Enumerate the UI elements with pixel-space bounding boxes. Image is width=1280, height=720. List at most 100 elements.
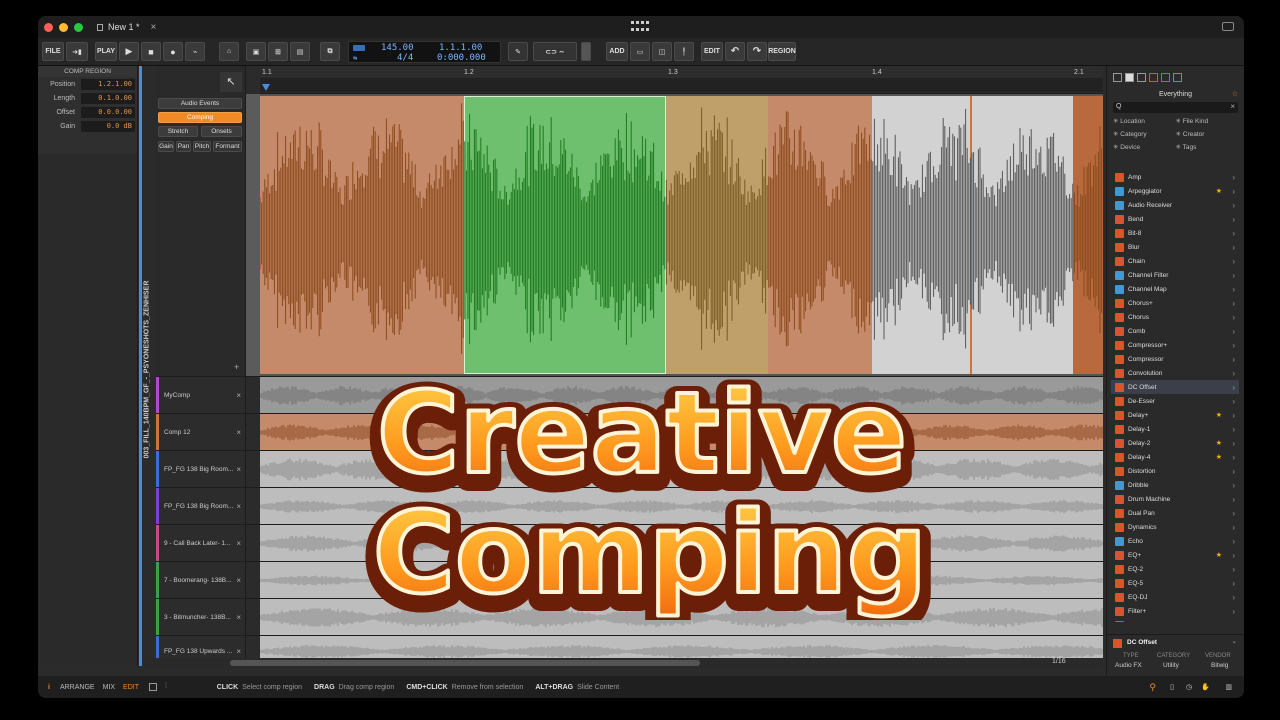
tempo-value[interactable]: 145.00 <box>381 43 414 53</box>
position-field[interactable]: 1.2.1.00 <box>81 78 135 90</box>
lane-header[interactable]: Comp 12 × <box>156 414 246 450</box>
onsets-button[interactable]: Onsets <box>201 126 242 137</box>
offset-field[interactable]: 0.0.0.00 <box>81 106 135 118</box>
filter-file-kind[interactable]: ✳ File Kind <box>1176 117 1239 125</box>
mix-tab[interactable]: MIX <box>103 684 115 691</box>
document-icon[interactable]: ▯ <box>1170 683 1174 691</box>
device-item[interactable]: Dual Pan › <box>1111 506 1239 520</box>
lane-header[interactable]: 9 - Call Back Later- 1... × <box>156 525 246 561</box>
comp-clip[interactable] <box>260 94 1103 376</box>
info-icon[interactable]: i <box>48 684 50 691</box>
add-button[interactable]: ADD <box>606 42 628 61</box>
filter-location[interactable]: ✳ Location <box>1113 117 1176 125</box>
device-item[interactable]: Delay-1 › <box>1111 422 1239 436</box>
chevron-right-icon[interactable]: › <box>1232 579 1235 588</box>
lane-close-icon[interactable]: × <box>236 465 241 474</box>
view-icon-4[interactable]: ⧉ <box>320 42 340 61</box>
chevron-right-icon[interactable]: › <box>1232 509 1235 518</box>
horizontal-scrollbar[interactable] <box>230 660 700 666</box>
browser-search-input[interactable]: Q × <box>1113 102 1238 113</box>
loop-bar[interactable] <box>260 78 1103 92</box>
favorite-star-icon[interactable]: ★ <box>1216 187 1222 195</box>
metronome-icon[interactable]: ⌂ <box>219 42 239 61</box>
favorite-star-icon[interactable]: ☆ <box>1232 88 1238 102</box>
filter-tags[interactable]: ✳ Tags <box>1176 143 1239 151</box>
device-item[interactable]: EQ-2 › <box>1111 562 1239 576</box>
device-item[interactable]: Blur › <box>1111 240 1239 254</box>
device-item[interactable]: Compressor+ › <box>1111 338 1239 352</box>
device-item[interactable]: Delay-4 ★ › <box>1111 450 1239 464</box>
chevron-right-icon[interactable]: › <box>1232 621 1235 623</box>
favorite-star-icon[interactable]: ★ <box>1216 439 1222 447</box>
hand-icon[interactable]: ✋ <box>1201 683 1210 691</box>
timeline-ruler[interactable]: 1.1 1.2 1.3 1.4 2.1 <box>260 66 1103 94</box>
chevron-right-icon[interactable]: › <box>1232 201 1235 210</box>
tab-close-icon[interactable]: × <box>151 22 157 33</box>
redo-icon[interactable]: ↷ <box>747 42 767 61</box>
device-item[interactable]: Filter › <box>1111 618 1239 622</box>
device-item[interactable]: Chain › <box>1111 254 1239 268</box>
marker-icon[interactable]: ╿ <box>674 42 694 61</box>
mixer-icon[interactable]: ⫶ <box>165 683 167 691</box>
device-tab-icon[interactable] <box>1125 72 1134 82</box>
device-item[interactable]: De-Esser › <box>1111 394 1239 408</box>
lane-close-icon[interactable]: × <box>236 391 241 400</box>
project-tab[interactable]: New 1 * × <box>97 22 156 33</box>
device-item[interactable]: Echo › <box>1111 534 1239 548</box>
region-button[interactable]: REGION <box>768 42 796 61</box>
pencil-icon[interactable]: ✎ <box>508 42 528 61</box>
device-item[interactable]: Delay-2 ★ › <box>1111 436 1239 450</box>
panel-toggle-icon[interactable] <box>148 683 157 691</box>
chevron-right-icon[interactable]: › <box>1232 439 1235 448</box>
chevron-right-icon[interactable]: › <box>1232 523 1235 532</box>
record-icon[interactable]: ● <box>163 42 183 61</box>
comping-button[interactable]: Comping <box>158 112 242 123</box>
lane-header[interactable]: 7 - Boomerang- 138B... × <box>156 562 246 598</box>
add-track-icon[interactable]: ▭ <box>630 42 650 61</box>
formant-param-button[interactable]: Formant <box>213 141 242 152</box>
chevron-right-icon[interactable]: › <box>1232 369 1235 378</box>
search-status-icon[interactable]: ⚲ <box>1149 682 1156 693</box>
minimize-window-button[interactable] <box>59 22 68 32</box>
add-lane-icon[interactable]: + <box>234 362 239 372</box>
device-item[interactable]: Filter+ › <box>1111 604 1239 618</box>
device-item[interactable]: Channel Filter › <box>1111 268 1239 282</box>
file-tab-icon[interactable] <box>1137 72 1146 82</box>
lane-header[interactable]: 3 - Bitmuncher- 138B... × <box>156 599 246 635</box>
audio-events-button[interactable]: Audio Events <box>158 98 242 109</box>
stop-icon[interactable]: ■ <box>141 42 161 61</box>
chevron-right-icon[interactable]: › <box>1232 481 1235 490</box>
close-window-button[interactable] <box>44 22 53 32</box>
chevron-right-icon[interactable]: › <box>1232 313 1235 322</box>
chevron-right-icon[interactable]: › <box>1232 257 1235 266</box>
device-item[interactable]: Delay+ ★ › <box>1111 408 1239 422</box>
file-button[interactable]: FILE <box>42 42 64 61</box>
chevron-right-icon[interactable]: › <box>1232 565 1235 574</box>
chevron-right-icon[interactable]: › <box>1232 327 1235 336</box>
device-item[interactable]: Bend › <box>1111 212 1239 226</box>
device-item[interactable]: EQ-5 › <box>1111 576 1239 590</box>
favorite-star-icon[interactable]: ★ <box>1216 551 1222 559</box>
chevron-right-icon[interactable]: › <box>1232 243 1235 252</box>
lane-close-icon[interactable]: × <box>236 647 241 656</box>
pointer-tool-icon[interactable]: ↖ <box>220 72 242 92</box>
device-item[interactable]: Convolution › <box>1111 366 1239 380</box>
device-item[interactable]: DC Offset › <box>1111 380 1239 394</box>
device-item[interactable]: Distortion › <box>1111 464 1239 478</box>
chevron-right-icon[interactable]: › <box>1232 187 1235 196</box>
gain-field[interactable]: 0.0 dB <box>81 120 135 132</box>
loop-icon[interactable]: ⊂⊃ ∼ <box>533 42 577 61</box>
pan-param-button[interactable]: Pan <box>176 141 191 152</box>
play-menu-button[interactable]: PLAY <box>95 42 117 61</box>
preset-tab-icon[interactable] <box>1149 72 1158 82</box>
sample-tab-icon[interactable] <box>1173 72 1182 82</box>
chevron-right-icon[interactable]: › <box>1232 607 1235 616</box>
device-item[interactable]: Chorus+ › <box>1111 296 1239 310</box>
lane-header[interactable]: FP_FG 138 Big Room... × <box>156 488 246 524</box>
chevron-right-icon[interactable]: › <box>1232 299 1235 308</box>
chevron-right-icon[interactable]: › <box>1232 453 1235 462</box>
chevron-right-icon[interactable]: › <box>1232 229 1235 238</box>
clock-icon[interactable]: ◷ <box>1186 683 1192 691</box>
position-bars[interactable]: 1.1.1.00 <box>439 43 482 53</box>
search-clear-icon[interactable]: × <box>1230 102 1235 111</box>
